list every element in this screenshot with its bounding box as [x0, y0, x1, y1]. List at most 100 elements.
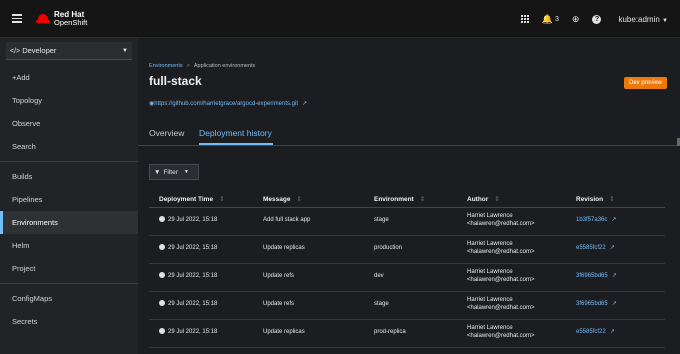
environment-cell: stage [374, 301, 389, 307]
sidebar-item-helm[interactable]: Helm [0, 234, 138, 257]
sidebar-item-project[interactable]: Project [0, 257, 138, 280]
tabs: Overview Deployment history [138, 124, 680, 146]
sidebar: </> Developer ▼ +Add Topology Observe Se… [0, 38, 138, 354]
sidebar-item-search[interactable]: Search [0, 135, 138, 158]
revision-link[interactable]: 3f6965bd65 ↗ [576, 272, 617, 280]
main-content: Environments > Application environments fu… [138, 38, 680, 354]
notification-count: 3 [555, 15, 559, 23]
perspective-switcher[interactable]: </> Developer ▼ [6, 42, 132, 60]
external-link-icon: ↗ [611, 273, 617, 279]
filter-icon: ▼ [154, 168, 161, 176]
filter-dropdown[interactable]: ▼ Filter ▼ [149, 164, 199, 180]
breadcrumb-current: Application environments [193, 63, 256, 69]
external-link-icon: ↗ [609, 245, 615, 251]
column-header-author[interactable]: Author ⇕ [467, 195, 500, 203]
environment-cell: production [374, 245, 403, 251]
environment-cell: prod-replica [374, 329, 406, 335]
caret-down-icon: ▼ [122, 47, 128, 54]
message-cell: Add full stack app [263, 217, 311, 223]
clock-icon [159, 328, 165, 334]
table-row: 29 Jul 2022, 15:18 Update replicas produ… [149, 236, 665, 264]
deployment-time: 29 Jul 2022, 15:18 [159, 300, 217, 308]
environment-cell: dev [374, 273, 384, 279]
sidebar-item-pipelines[interactable]: Pipelines [0, 188, 138, 211]
active-tab-indicator [199, 143, 273, 145]
deployment-time: 29 Jul 2022, 15:18 [159, 244, 217, 252]
caret-down-icon: ▼ [183, 169, 189, 175]
external-link-icon: ↗ [611, 301, 617, 307]
column-header-revision[interactable]: Revision ⇕ [576, 195, 615, 203]
message-cell: Update refs [263, 301, 295, 307]
author-cell: Harriet Lawrence <halawren@redhat.com> [467, 213, 535, 227]
revision-link[interactable]: 3f6965bd65 ↗ [576, 300, 617, 308]
plus-circle-icon[interactable]: ⊕ [572, 14, 580, 25]
clock-icon [159, 244, 165, 250]
deployment-time: 29 Jul 2022, 15:18 [159, 272, 217, 280]
table-row: 29 Jul 2022, 15:18 Update refs stage Har… [149, 292, 665, 320]
nav-divider [0, 283, 138, 284]
breadcrumb-link-environments[interactable]: Environments [149, 63, 183, 69]
brand-logo[interactable]: Red Hat OpenShift [36, 10, 88, 27]
message-cell: Update replicas [263, 329, 305, 335]
user-name: kube:admin [618, 14, 660, 24]
message-cell: Update replicas [263, 245, 305, 251]
column-header-message[interactable]: Message ⇕ [263, 195, 302, 203]
hamburger-menu-icon[interactable] [0, 0, 34, 38]
breadcrumb-separator: > [186, 63, 190, 69]
brand-line2: OpenShift [54, 17, 88, 27]
nav-divider [0, 161, 138, 162]
sidebar-item-topology[interactable]: Topology [0, 89, 138, 112]
sidebar-item-add[interactable]: +Add [0, 66, 138, 89]
user-menu[interactable]: kube:admin ▼ [618, 15, 668, 24]
sort-icon: ⇕ [419, 196, 426, 203]
table-header: Deployment Time ⇕ Message ⇕ Environment ⇕ A… [149, 190, 665, 208]
external-link-icon: ↗ [609, 329, 615, 335]
revision-link[interactable]: 1b3f57a36c ↗ [576, 216, 616, 224]
author-cell: Harriet Lawrence <halawren@redhat.com> [467, 241, 535, 255]
table-row: 29 Jul 2022, 15:18 Add full stack app st… [149, 208, 665, 236]
app-launcher-icon[interactable] [520, 15, 529, 23]
red-hat-logo-icon [36, 13, 50, 24]
breadcrumb: Environments > Application environments [149, 63, 255, 69]
external-link-icon: ↗ [611, 217, 617, 223]
dev-preview-badge: Dev preview [623, 77, 667, 89]
caret-down-icon: ▼ [662, 17, 668, 24]
table-row: 29 Jul 2022, 15:18 Update refs dev Harri… [149, 264, 665, 292]
sidebar-item-environments[interactable]: Environments [0, 211, 138, 234]
notifications-button[interactable]: 🔔 3 [542, 14, 559, 25]
message-cell: Update refs [263, 273, 295, 279]
bell-icon: 🔔 [541, 13, 553, 24]
revision-link[interactable]: e5585fcf22 ↗ [576, 244, 615, 252]
environment-cell: stage [374, 217, 389, 223]
sidebar-item-secrets[interactable]: Secrets [0, 310, 138, 333]
author-cell: Harriet Lawrence <halawren@redhat.com> [467, 269, 535, 283]
help-icon[interactable]: ? [592, 14, 602, 24]
clock-icon [159, 300, 165, 306]
sidebar-item-observe[interactable]: Observe [0, 112, 138, 135]
column-header-deployment-time[interactable]: Deployment Time ⇕ [159, 195, 225, 203]
page-title: full-stack [149, 74, 202, 88]
sort-icon: ⇕ [494, 196, 500, 203]
tab-overview[interactable]: Overview [149, 128, 184, 138]
clock-icon [159, 272, 165, 278]
column-header-environment[interactable]: Environment ⇕ [374, 195, 425, 203]
sort-icon: ⇕ [296, 196, 302, 203]
sidebar-item-configmaps[interactable]: ConfigMaps [0, 287, 138, 310]
tab-deployment-history[interactable]: Deployment history [199, 128, 272, 138]
repo-link[interactable]: ◉https://github.com/harrietgrace/argocd-… [149, 100, 307, 107]
table-row: 29 Jul 2022, 15:18 Update replicas prod-… [149, 320, 665, 348]
masthead: Red Hat OpenShift 🔔 3 ⊕ ? kube:admin ▼ [0, 0, 680, 38]
sort-icon: ⇕ [219, 196, 225, 203]
clock-icon [159, 216, 165, 222]
author-cell: Harriet Lawrence <halawren@redhat.com> [467, 297, 535, 311]
deployment-time: 29 Jul 2022, 15:18 [159, 328, 217, 336]
author-cell: Harriet Lawrence <halawren@redhat.com> [467, 325, 535, 339]
revision-link[interactable]: e5585fcf22 ↗ [576, 328, 615, 336]
filter-label: Filter [163, 168, 178, 176]
repo-url: https://github.com/harrietgrace/argocd-e… [154, 101, 298, 107]
deployment-time: 29 Jul 2022, 15:18 [159, 216, 217, 224]
perspective-label: Developer [22, 46, 57, 55]
sort-icon: ⇕ [609, 196, 615, 203]
sidebar-item-builds[interactable]: Builds [0, 165, 138, 188]
code-icon: </> [10, 48, 21, 55]
